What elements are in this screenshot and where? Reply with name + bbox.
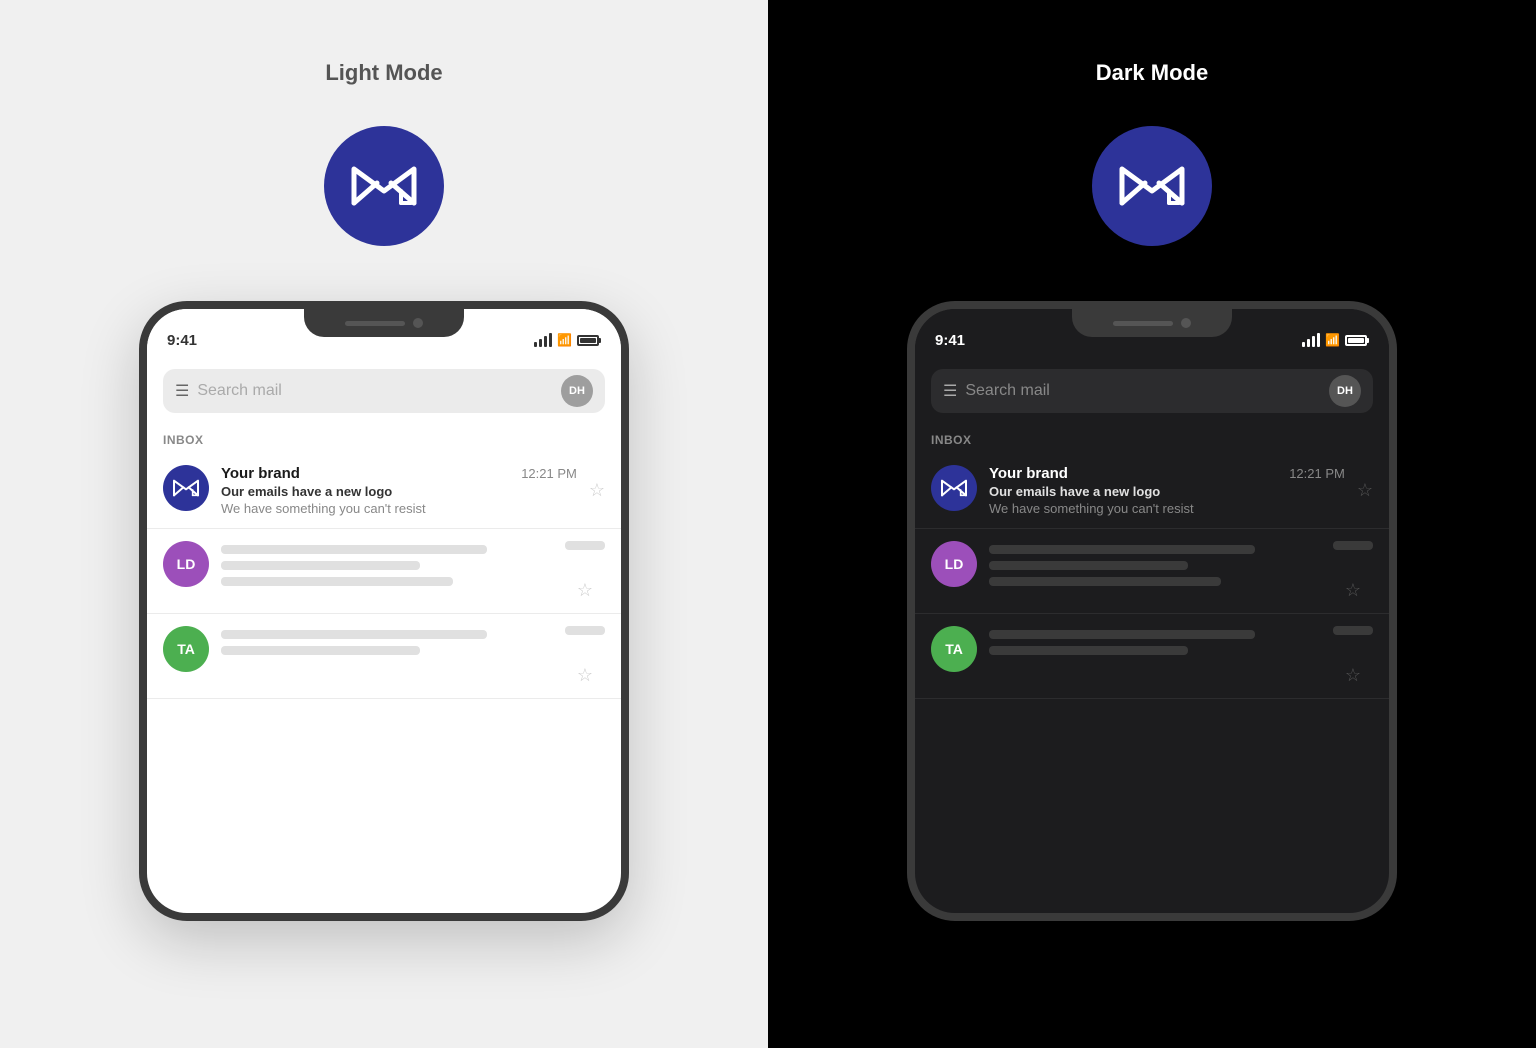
placeholder-lines-2-light <box>221 541 553 586</box>
email-sender-dark: Your brand <box>989 465 1068 482</box>
email-time-light: 12:21 PM <box>521 466 577 481</box>
battery-icon-dark <box>1345 335 1369 346</box>
inbox-label-dark: INBOX <box>915 421 1389 453</box>
search-placeholder-dark: Search mail <box>965 382 1321 400</box>
placeholder-side-3-dark: ☆ <box>1333 626 1373 686</box>
inbox-label-light: INBOX <box>147 421 621 453</box>
star-icon-3-light[interactable]: ☆ <box>577 665 593 686</box>
star-icon-1-light[interactable]: ☆ <box>589 480 605 501</box>
placeholder-lines-3-light <box>221 626 553 655</box>
phone-mockup-dark: 9:41 📶 <box>907 301 1397 921</box>
notch-line-dark <box>1113 321 1173 326</box>
email-item-2-dark[interactable]: LD ☆ <box>915 529 1389 614</box>
avatar-ld-dark: LD <box>931 541 977 587</box>
email-preview-light: We have something you can't resist <box>221 501 577 516</box>
avatar-ta-dark: TA <box>931 626 977 672</box>
avatar-ld-light: LD <box>163 541 209 587</box>
app-icon-light <box>324 126 444 246</box>
hamburger-icon-light: ☰ <box>175 381 189 401</box>
search-placeholder-light: Search mail <box>197 382 553 400</box>
search-bar-dark[interactable]: ☰ Search mail DH <box>931 369 1373 413</box>
signal-icon-dark <box>1302 333 1320 347</box>
star-icon-2-dark[interactable]: ☆ <box>1345 580 1361 601</box>
email-avatar-brand-light <box>163 465 209 511</box>
placeholder-side-2-light: ☆ <box>565 541 605 601</box>
light-mode-panel: Light Mode 9:41 📶 <box>0 0 768 1048</box>
light-mode-label: Light Mode <box>325 60 442 86</box>
placeholder-lines-3-dark <box>989 626 1321 655</box>
battery-icon-light <box>577 335 601 346</box>
star-icon-3-dark[interactable]: ☆ <box>1345 665 1361 686</box>
notch-dark <box>1072 309 1232 337</box>
wifi-icon-light: 📶 <box>557 333 572 347</box>
user-avatar-dark: DH <box>1329 375 1361 407</box>
notch-light <box>304 309 464 337</box>
placeholder-lines-2-dark <box>989 541 1321 586</box>
dark-mode-label: Dark Mode <box>1096 60 1208 86</box>
status-icons-dark: 📶 <box>1302 333 1369 347</box>
email-item-1-dark[interactable]: Your brand 12:21 PM Our emails have a ne… <box>915 453 1389 529</box>
search-bar-light[interactable]: ☰ Search mail DH <box>163 369 605 413</box>
email-item-2-light[interactable]: LD ☆ <box>147 529 621 614</box>
user-avatar-light: DH <box>561 375 593 407</box>
email-sender-light: Your brand <box>221 465 300 482</box>
notch-line-light <box>345 321 405 326</box>
email-content-1-dark: Your brand 12:21 PM Our emails have a ne… <box>989 465 1345 516</box>
app-icon-dark <box>1092 126 1212 246</box>
notch-dot-dark <box>1181 318 1191 328</box>
dark-mode-panel: Dark Mode 9:41 📶 <box>768 0 1536 1048</box>
email-subject-light: Our emails have a new logo <box>221 484 577 499</box>
wifi-icon-dark: 📶 <box>1325 333 1340 347</box>
star-icon-1-dark[interactable]: ☆ <box>1357 480 1373 501</box>
email-preview-dark: We have something you can't resist <box>989 501 1345 516</box>
avatar-ta-light: TA <box>163 626 209 672</box>
email-avatar-brand-dark <box>931 465 977 511</box>
placeholder-side-3-light: ☆ <box>565 626 605 686</box>
email-subject-dark: Our emails have a new logo <box>989 484 1345 499</box>
hamburger-icon-dark: ☰ <box>943 381 957 401</box>
star-icon-2-light[interactable]: ☆ <box>577 580 593 601</box>
status-time-dark: 9:41 <box>935 332 965 349</box>
notch-dot-light <box>413 318 423 328</box>
email-item-1-light[interactable]: Your brand 12:21 PM Our emails have a ne… <box>147 453 621 529</box>
email-time-dark: 12:21 PM <box>1289 466 1345 481</box>
email-content-1-light: Your brand 12:21 PM Our emails have a ne… <box>221 465 577 516</box>
placeholder-side-2-dark: ☆ <box>1333 541 1373 601</box>
phone-mockup-light: 9:41 📶 <box>139 301 629 921</box>
email-item-3-dark[interactable]: TA ☆ <box>915 614 1389 699</box>
signal-icon-light <box>534 333 552 347</box>
status-time-light: 9:41 <box>167 332 197 349</box>
email-item-3-light[interactable]: TA ☆ <box>147 614 621 699</box>
status-icons-light: 📶 <box>534 333 601 347</box>
